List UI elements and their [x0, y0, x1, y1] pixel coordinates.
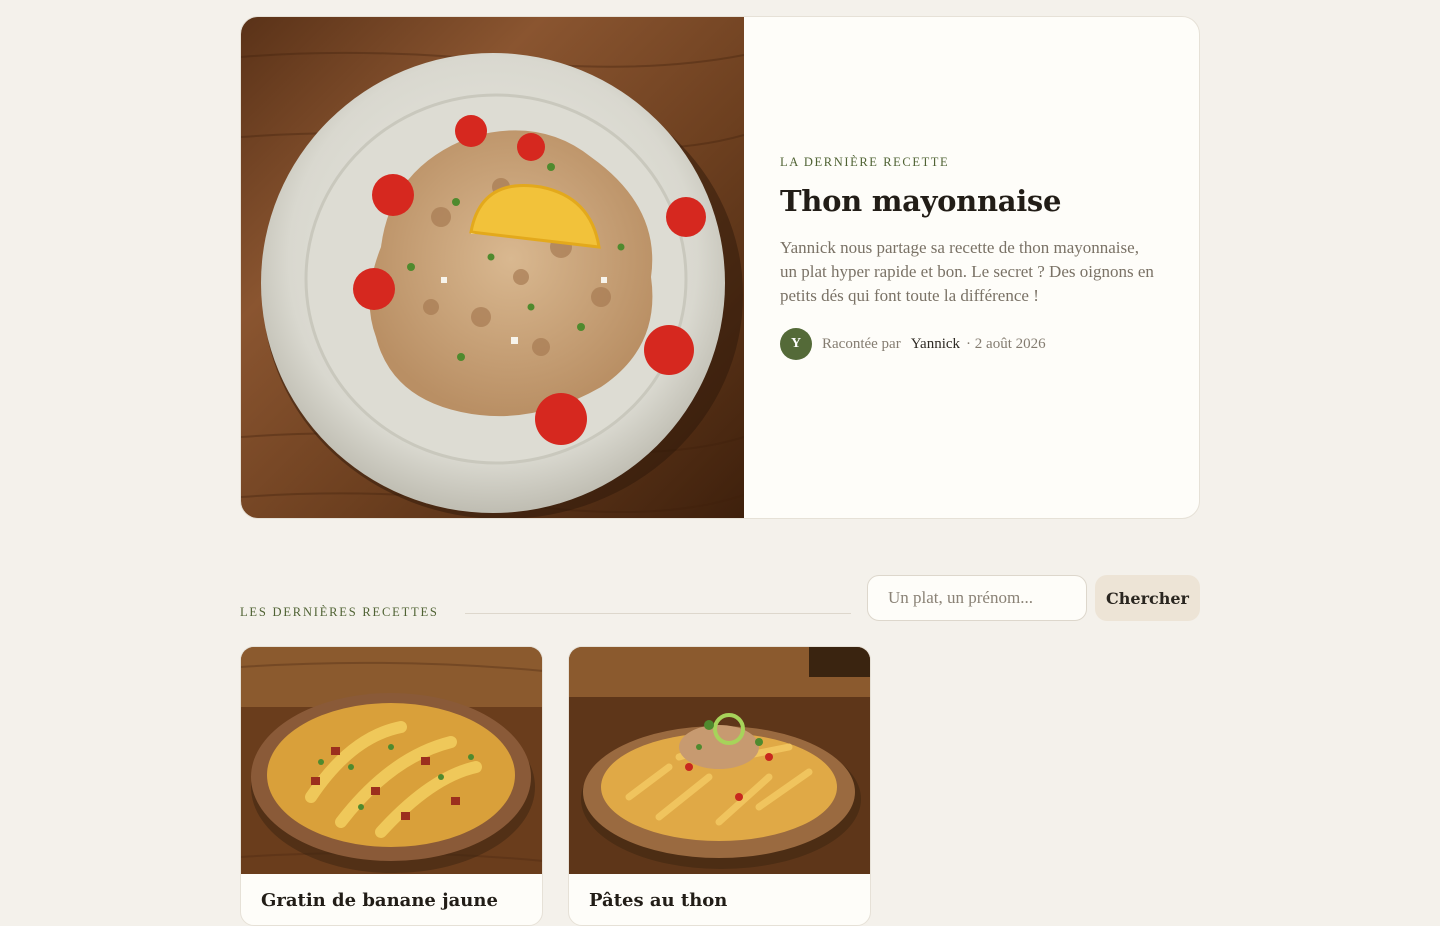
- featured-byline: Y Racontée par Yannick · 2 août 2026: [780, 328, 1160, 360]
- recipe-card-photo[interactable]: [569, 647, 870, 874]
- featured-recipe-body: LA DERNIÈRE RECETTE Thon mayonnaise Yann…: [744, 17, 1199, 518]
- tuna-mayo-plate-image: [241, 51, 744, 518]
- featured-recipe-description: Yannick nous partage sa recette de thon …: [780, 238, 1154, 305]
- publish-date: · 2 août 2026: [966, 335, 1046, 352]
- recipe-card[interactable]: Pâtes au thon: [568, 646, 871, 926]
- featured-recipe-title[interactable]: Thon mayonnaise: [780, 184, 1160, 218]
- search-input[interactable]: [867, 575, 1087, 621]
- author-avatar: Y: [780, 328, 812, 360]
- tuna-pasta-image: [569, 647, 870, 874]
- search-button[interactable]: Chercher: [1095, 575, 1200, 621]
- featured-recipe-photo[interactable]: [241, 17, 744, 518]
- recipe-card-title[interactable]: Gratin de banane jaune: [261, 890, 522, 911]
- author-name[interactable]: Yannick: [911, 336, 960, 353]
- recipe-card-photo[interactable]: [241, 647, 542, 874]
- recipes-section-header: LES DERNIÈRES RECETTES Chercher: [240, 575, 1200, 621]
- featured-eyebrow: LA DERNIÈRE RECETTE: [780, 155, 950, 169]
- recipe-card-title[interactable]: Pâtes au thon: [589, 890, 850, 911]
- plantain-gratin-image: [241, 647, 542, 874]
- featured-recipe-card[interactable]: LA DERNIÈRE RECETTE Thon mayonnaise Yann…: [240, 16, 1200, 519]
- section-label: LES DERNIÈRES RECETTES: [240, 605, 439, 619]
- recipe-card[interactable]: Gratin de banane jaune: [240, 646, 543, 926]
- section-divider: [465, 613, 851, 614]
- byline-prefix: Racontée par: [822, 335, 901, 352]
